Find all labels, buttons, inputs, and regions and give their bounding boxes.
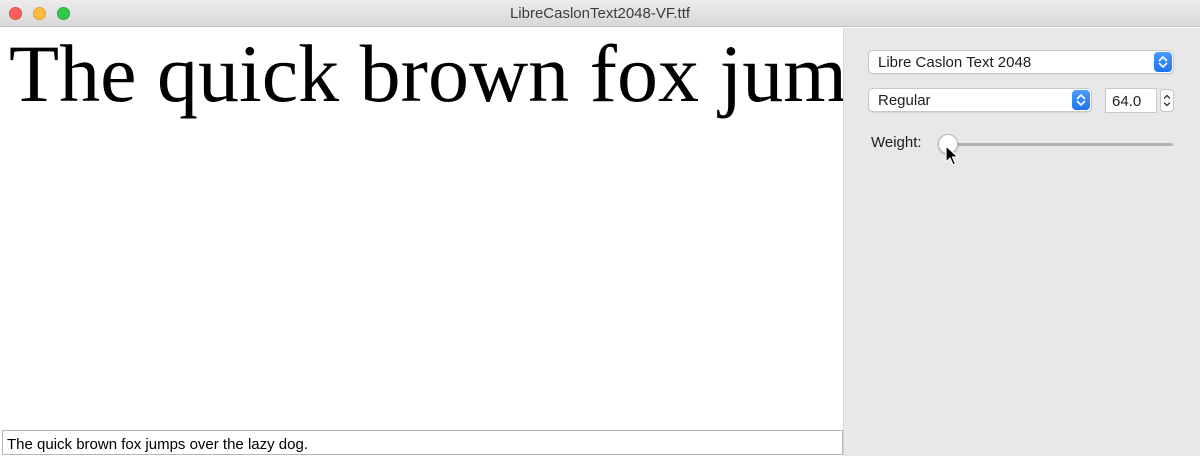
- mouse-pointer-icon: [945, 145, 959, 166]
- app-window: LibreCaslonText2048-VF.ttf The quick bro…: [0, 0, 1200, 456]
- weight-label: Weight:: [871, 134, 922, 151]
- inspector-panel: Libre Caslon Text 2048 Regular 64.0 Weig…: [843, 28, 1200, 456]
- font-size-field[interactable]: 64.0: [1105, 88, 1157, 113]
- font-preview-area: The quick brown fox jumps over the lazy …: [0, 28, 843, 428]
- sample-text-input[interactable]: [2, 430, 843, 455]
- stepper-icon[interactable]: [1160, 89, 1174, 112]
- font-style-value: Regular: [878, 92, 931, 109]
- title-bar[interactable]: LibreCaslonText2048-VF.ttf: [0, 0, 1200, 27]
- chevron-up-down-icon: [1154, 52, 1172, 72]
- font-style-popup[interactable]: Regular: [868, 88, 1092, 112]
- font-family-value: Libre Caslon Text 2048: [878, 54, 1032, 71]
- window-title: LibreCaslonText2048-VF.ttf: [509, 5, 691, 22]
- chevron-up-down-icon: [1072, 90, 1090, 110]
- weight-slider-track[interactable]: [943, 143, 1173, 146]
- preview-text: The quick brown fox jumps over the lazy …: [9, 28, 843, 119]
- font-family-popup[interactable]: Libre Caslon Text 2048: [868, 50, 1174, 74]
